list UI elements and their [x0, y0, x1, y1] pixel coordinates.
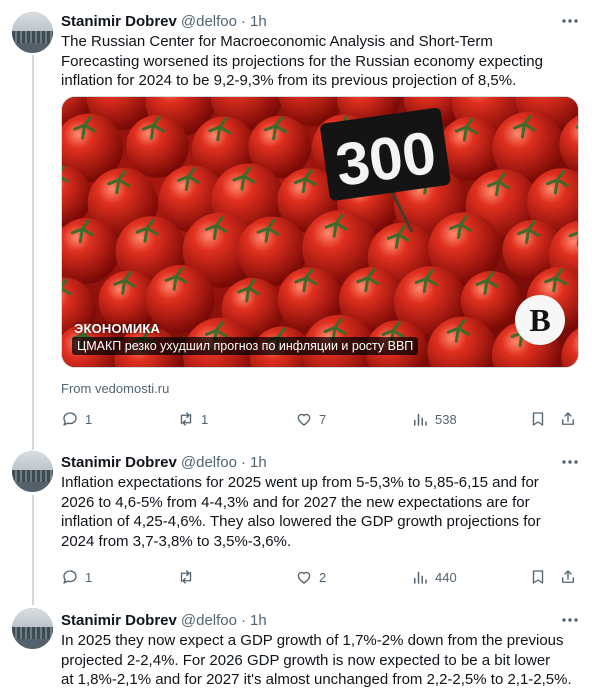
reply-count: 1: [85, 411, 93, 427]
article-headline: ЦМАКП резко ухудшил прогноз по инфляции …: [72, 337, 419, 355]
repost-count: 1: [201, 411, 209, 427]
reply-count: 1: [85, 569, 93, 585]
tweet[interactable]: Stanimir Dobrev @delfoo · 1h In 2025 the…: [61, 610, 579, 700]
tweet-actions: 1 2 440: [61, 567, 579, 587]
tweet-timestamp[interactable]: 1h: [250, 13, 267, 30]
author-handle[interactable]: @delfoo: [181, 612, 237, 629]
avatar[interactable]: [12, 12, 53, 53]
repost-button[interactable]: 1: [177, 409, 208, 429]
tweet-text: In 2025 they now expect a GDP growth of …: [61, 632, 572, 689]
bookmark-button[interactable]: [529, 409, 547, 429]
link-source[interactable]: From vedomosti.ru: [61, 381, 169, 396]
analytics-icon: [414, 413, 427, 426]
analytics-icon: [414, 571, 427, 584]
reply-icon: [63, 570, 77, 584]
like-button[interactable]: 7: [295, 409, 326, 429]
more-options-icon[interactable]: [561, 612, 579, 628]
reply-button[interactable]: 1: [61, 567, 92, 587]
more-options-icon[interactable]: [561, 454, 579, 470]
separator-dot: ·: [240, 453, 246, 471]
like-count: 7: [319, 411, 327, 427]
tweet-timestamp[interactable]: 1h: [250, 612, 267, 629]
tweet-header: Stanimir Dobrev @delfoo · 1h: [61, 11, 579, 31]
link-card-image[interactable]: 300 ЭКОНОМИКА ЦМАКП резко ухудшил прогно…: [61, 96, 579, 368]
thread-line: [32, 55, 34, 450]
author-handle[interactable]: @delfoo: [181, 13, 237, 30]
share-button[interactable]: [559, 409, 577, 429]
author-handle[interactable]: @delfoo: [181, 454, 237, 471]
reply-button[interactable]: 1: [61, 409, 92, 429]
author-name[interactable]: Stanimir Dobrev: [61, 454, 177, 471]
author-name[interactable]: Stanimir Dobrev: [61, 612, 177, 629]
separator-dot: ·: [240, 611, 246, 629]
like-count: 2: [319, 569, 327, 585]
vedomosti-logo: B: [515, 295, 565, 345]
avatar[interactable]: [12, 608, 53, 649]
bookmark-icon: [532, 570, 544, 584]
section-label: ЭКОНОМИКА: [74, 321, 161, 336]
view-count: 440: [435, 569, 457, 585]
tweet-timestamp[interactable]: 1h: [250, 454, 267, 471]
avatar[interactable]: [12, 451, 53, 492]
like-button[interactable]: 2: [295, 567, 326, 587]
heart-icon: [297, 571, 311, 584]
tweet[interactable]: Stanimir Dobrev @delfoo · 1h The Russian…: [61, 11, 579, 431]
views-button[interactable]: 538: [411, 409, 457, 429]
tweet-actions: 1 1 7 538: [61, 409, 579, 429]
share-button[interactable]: [559, 567, 577, 587]
share-icon: [562, 570, 574, 583]
views-button[interactable]: 440: [411, 567, 457, 587]
repost-icon: [180, 570, 192, 584]
more-options-icon[interactable]: [561, 13, 579, 29]
repost-button[interactable]: [177, 567, 201, 587]
tweet-header: Stanimir Dobrev @delfoo · 1h: [61, 610, 579, 630]
tweet-header: Stanimir Dobrev @delfoo · 1h: [61, 452, 579, 472]
tweet[interactable]: Stanimir Dobrev @delfoo · 1h Inflation e…: [61, 452, 579, 592]
tweet-text: The Russian Center for Macroeconomic Ana…: [61, 33, 543, 90]
reply-icon: [63, 412, 77, 426]
tweet-text: Inflation expectations for 2025 went up …: [61, 474, 541, 551]
bookmark-icon: [532, 412, 544, 426]
share-icon: [562, 412, 574, 425]
bookmark-button[interactable]: [529, 567, 547, 587]
view-count: 538: [435, 411, 457, 427]
repost-icon: [180, 412, 192, 426]
separator-dot: ·: [240, 12, 246, 30]
author-name[interactable]: Stanimir Dobrev: [61, 13, 177, 30]
thread-line: [32, 495, 34, 605]
heart-icon: [297, 413, 311, 426]
